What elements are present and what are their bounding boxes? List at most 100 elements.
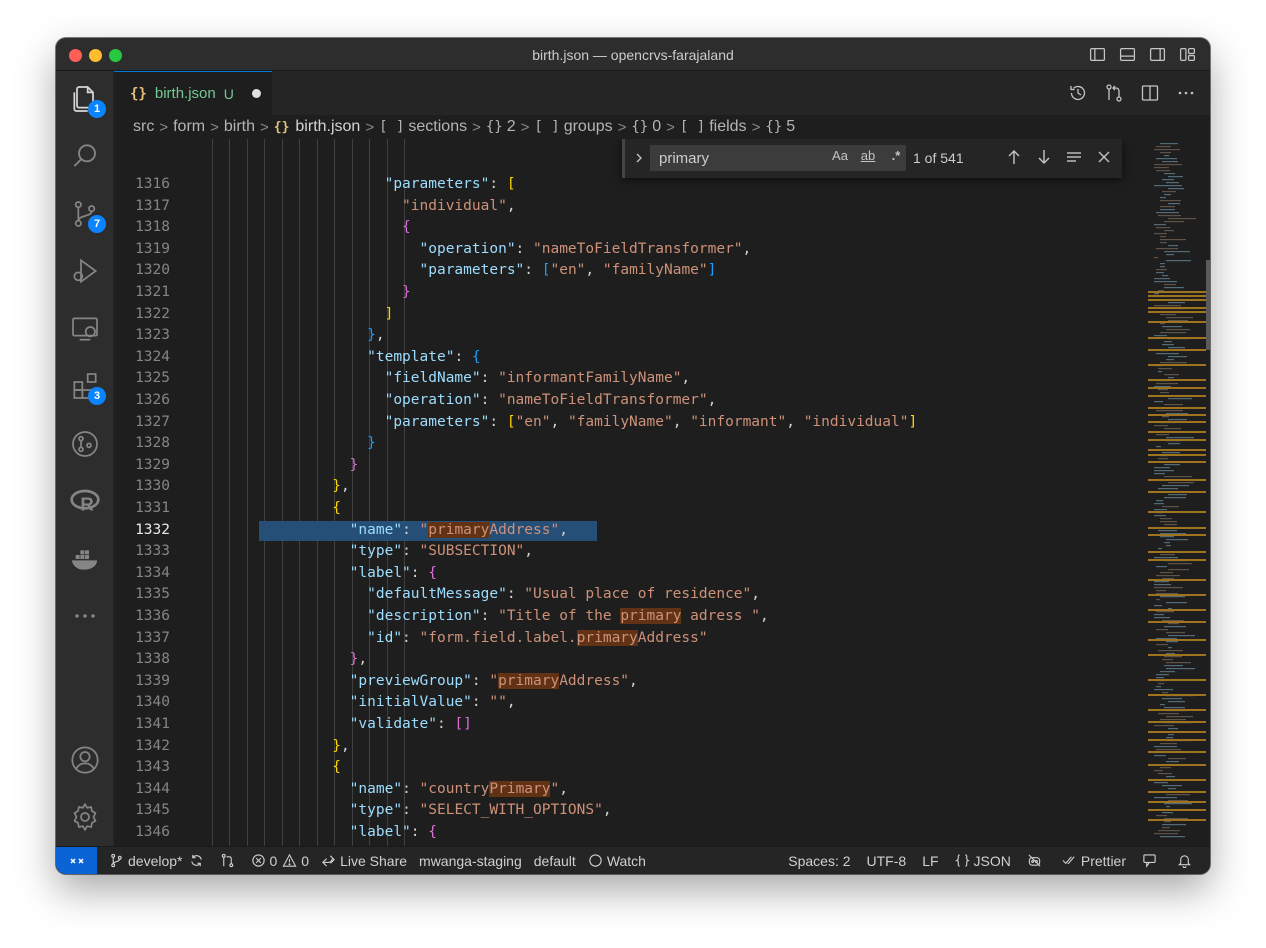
encoding-status[interactable]: UTF-8 — [867, 853, 907, 869]
live-share-status[interactable]: Live Share — [321, 853, 407, 869]
toggle-primary-sidebar-icon[interactable] — [1089, 46, 1106, 63]
breadcrumb-file[interactable]: birth.json — [295, 118, 360, 136]
line-number[interactable]: 1346 — [114, 822, 170, 844]
language-status[interactable]: JSON — [954, 853, 1011, 869]
line-number[interactable]: 1330 — [114, 476, 170, 498]
line-number[interactable]: 1343 — [114, 757, 170, 779]
code-line[interactable]: "label": { — [350, 822, 437, 844]
line-number[interactable]: 1320 — [114, 260, 170, 282]
r-language-icon[interactable]: R — [69, 485, 101, 517]
git-graph-status[interactable] — [220, 853, 239, 868]
line-number[interactable]: 1331 — [114, 498, 170, 520]
line-number[interactable]: 1342 — [114, 736, 170, 758]
code-line[interactable]: "name": "primaryAddress", — [350, 520, 568, 542]
code-line[interactable]: }, — [367, 325, 384, 347]
line-number-gutter[interactable]: 1316 1317 1318 1319 1320 1321 1322 1323 1324 1325… — [114, 139, 179, 846]
watch-status[interactable]: Watch — [588, 853, 646, 869]
customize-layout-icon[interactable] — [1179, 46, 1196, 63]
line-number[interactable]: 1341 — [114, 714, 170, 736]
breadcrumb-fields[interactable]: fields — [709, 118, 746, 136]
code-line[interactable]: }, — [332, 476, 349, 498]
code-line[interactable]: } — [367, 433, 376, 455]
code-line[interactable]: { — [332, 498, 341, 520]
indentation-status[interactable]: Spaces: 2 — [788, 853, 850, 869]
notifications-status[interactable] — [1177, 853, 1196, 868]
code-line[interactable]: "operation": "nameToFieldTransformer", — [420, 239, 752, 261]
line-number[interactable]: 1327 — [114, 412, 170, 434]
line-number[interactable]: 1333 — [114, 541, 170, 563]
code-line[interactable]: "initialValue": "", — [350, 692, 516, 714]
prettier-status[interactable]: Prettier — [1062, 853, 1126, 869]
breadcrumb-index-2[interactable]: 2 — [507, 118, 516, 136]
copilot-status[interactable] — [1027, 853, 1046, 868]
line-number[interactable]: 1339 — [114, 671, 170, 693]
run-debug-icon[interactable] — [69, 255, 101, 287]
kube-namespace-status[interactable]: default — [534, 853, 576, 869]
line-number[interactable]: 1326 — [114, 390, 170, 412]
line-number[interactable]: 1345 — [114, 800, 170, 822]
line-number[interactable]: 1316 — [114, 174, 170, 196]
toggle-secondary-sidebar-icon[interactable] — [1149, 46, 1166, 63]
minimap[interactable] — [1148, 139, 1210, 846]
tab-birth-json[interactable]: {} birth.json U — [114, 71, 272, 115]
code-line[interactable]: "label": { — [350, 563, 437, 585]
use-regex-toggle[interactable]: .* — [886, 148, 906, 163]
line-number[interactable]: 1329 — [114, 455, 170, 477]
code-line[interactable]: "individual", — [402, 196, 516, 218]
code-line[interactable]: "defaultMessage": "Usual place of reside… — [367, 584, 760, 606]
split-editor-icon[interactable] — [1140, 83, 1160, 103]
code-line[interactable]: "description": "Title of the primary adr… — [367, 606, 769, 628]
line-number[interactable]: 1336 — [114, 606, 170, 628]
line-number[interactable]: 1317 — [114, 196, 170, 218]
problems-status[interactable]: 0 0 — [251, 853, 309, 869]
branch-status[interactable]: develop* — [109, 853, 208, 869]
toggle-replace-chevron-icon[interactable] — [631, 148, 647, 168]
code-line[interactable]: "previewGroup": "primaryAddress", — [350, 671, 638, 693]
more-actions-icon[interactable] — [1176, 83, 1196, 103]
code-line[interactable]: "operation": "nameToFieldTransformer", — [385, 390, 717, 412]
code-line[interactable]: { — [402, 217, 411, 239]
breadcrumb-form[interactable]: form — [173, 118, 205, 136]
more-icon[interactable] — [69, 600, 101, 632]
code-line[interactable]: { — [332, 757, 341, 779]
line-number[interactable]: 1324 — [114, 347, 170, 369]
line-number[interactable]: 1332 — [114, 520, 170, 542]
toggle-panel-icon[interactable] — [1119, 46, 1136, 63]
code-line[interactable]: "id": "form.field.label.primaryAddress" — [367, 628, 708, 650]
code-line[interactable]: "fieldName": "informantFamilyName", — [385, 368, 691, 390]
breadcrumb-sections[interactable]: sections — [408, 118, 467, 136]
code-line[interactable]: "name": "countryPrimary", — [350, 779, 568, 801]
line-number[interactable]: 1318 — [114, 217, 170, 239]
line-number[interactable]: 1344 — [114, 779, 170, 801]
feedback-status[interactable] — [1142, 853, 1161, 868]
code-line[interactable]: "template": { — [367, 347, 481, 369]
gitlens-icon[interactable] — [69, 428, 101, 460]
code-line[interactable]: "validate": [] — [350, 714, 472, 736]
line-number[interactable]: 1321 — [114, 282, 170, 304]
code-line[interactable]: "type": "SELECT_WITH_OPTIONS", — [350, 800, 612, 822]
remote-explorer-icon[interactable] — [69, 313, 101, 345]
breadcrumb-src[interactable]: src — [133, 118, 154, 136]
line-number[interactable]: 1337 — [114, 628, 170, 650]
line-number[interactable]: 1319 — [114, 239, 170, 261]
line-number[interactable]: 1322 — [114, 304, 170, 326]
extensions-icon[interactable]: 3 — [69, 370, 106, 405]
code-line[interactable]: "parameters": [ — [385, 174, 516, 196]
unsaved-dot-icon[interactable] — [251, 89, 261, 98]
source-control-icon[interactable]: 7 — [69, 198, 106, 233]
next-match-arrow-down-icon[interactable] — [1036, 148, 1052, 166]
breadcrumb-index-0[interactable]: 0 — [652, 118, 661, 136]
close-find-icon[interactable] — [1096, 148, 1112, 166]
code-line[interactable]: ] — [385, 304, 394, 326]
line-number[interactable]: 1340 — [114, 692, 170, 714]
line-number[interactable]: 1325 — [114, 368, 170, 390]
line-number[interactable]: 1328 — [114, 433, 170, 455]
code-editor[interactable]: 1316 1317 1318 1319 1320 1321 1322 1323 1324 1325… — [114, 139, 1148, 846]
previous-match-arrow-up-icon[interactable] — [1006, 148, 1022, 166]
search-icon[interactable] — [69, 140, 101, 172]
line-number[interactable]: 1334 — [114, 563, 170, 585]
scrollbar-slider[interactable] — [1206, 260, 1210, 350]
eol-status[interactable]: LF — [922, 853, 938, 869]
match-whole-word-toggle[interactable]: ab — [858, 148, 878, 163]
match-case-toggle[interactable]: Aa — [830, 148, 850, 163]
